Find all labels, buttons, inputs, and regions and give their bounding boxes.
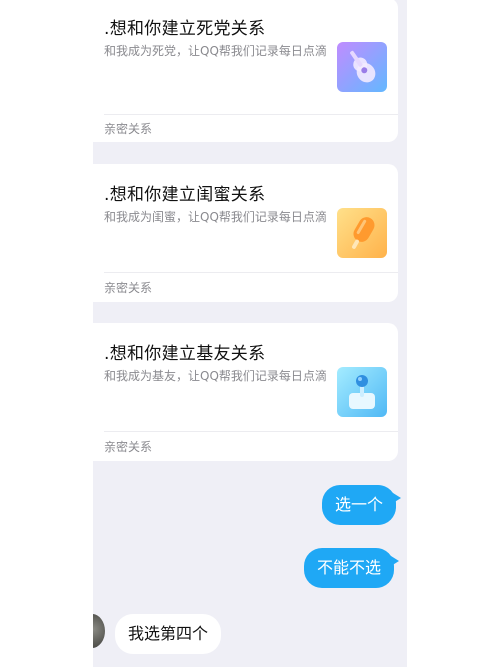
relationship-card-buddy[interactable]: .想和你建立基友关系 和我成为基友，让QQ帮我们记录每日点滴 亲密关系 — [93, 323, 398, 461]
card-divider — [104, 431, 398, 432]
card-footer-label: 亲密关系 — [104, 440, 153, 454]
card-description: 和我成为基友，让QQ帮我们记录每日点滴 — [104, 369, 327, 383]
card-divider — [104, 114, 398, 115]
card-title: .想和你建立死党关系 — [104, 19, 266, 39]
card-footer-label: 亲密关系 — [104, 281, 153, 295]
card-divider — [104, 272, 398, 273]
card-description: 和我成为死党，让QQ帮我们记录每日点滴 — [104, 44, 327, 58]
sent-message-bubble[interactable]: 不能不选 — [304, 548, 400, 588]
chat-screen: .想和你建立死党关系 和我成为死党，让QQ帮我们记录每日点滴 亲密关系 .想和你… — [93, 0, 407, 667]
card-description: 和我成为闺蜜，让QQ帮我们记录每日点滴 — [104, 210, 327, 224]
joystick-icon — [337, 367, 387, 417]
card-title: .想和你建立基友关系 — [104, 344, 266, 364]
sent-message-bubble[interactable]: 选一个 — [322, 485, 402, 525]
popsicle-icon — [337, 208, 387, 258]
relationship-card-best-friend[interactable]: .想和你建立死党关系 和我成为死党，让QQ帮我们记录每日点滴 亲密关系 — [93, 0, 398, 142]
received-message-bubble[interactable]: 我选第四个 — [115, 614, 222, 654]
relationship-card-bestie[interactable]: .想和你建立闺蜜关系 和我成为闺蜜，让QQ帮我们记录每日点滴 亲密关系 — [93, 164, 398, 302]
card-title: .想和你建立闺蜜关系 — [104, 185, 266, 205]
contact-avatar[interactable] — [93, 614, 105, 648]
card-footer-label: 亲密关系 — [104, 122, 153, 136]
guitar-icon — [337, 42, 387, 92]
